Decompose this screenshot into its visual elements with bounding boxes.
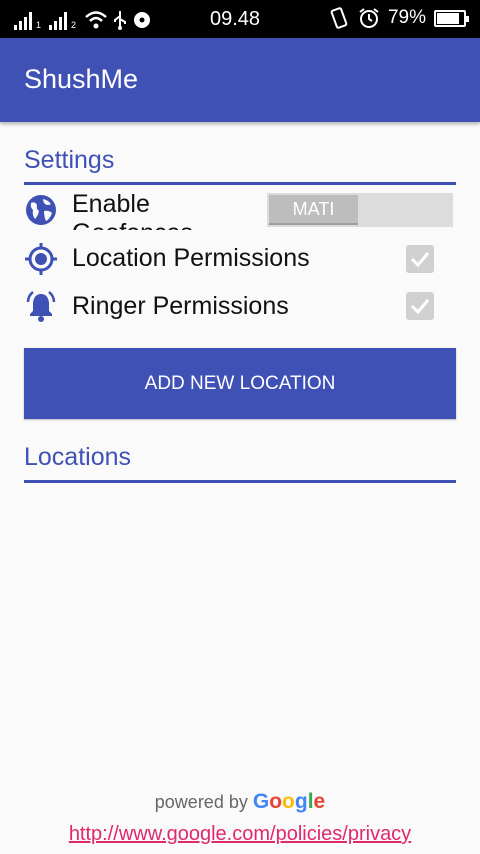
status-bar: 1 2 09.48 79% xyxy=(0,0,480,38)
powered-by-text: powered by xyxy=(154,792,248,812)
ringer-permissions-checkbox[interactable] xyxy=(406,292,434,320)
usb-icon xyxy=(114,11,127,30)
app-bar: ShushMe xyxy=(0,38,480,122)
location-permissions-checkbox[interactable] xyxy=(406,245,434,273)
alarm-icon xyxy=(359,8,379,28)
ringing-bell-icon xyxy=(26,291,56,322)
settings-divider xyxy=(24,182,456,185)
globe-icon xyxy=(26,195,56,225)
status-right-icons: 79% xyxy=(328,7,469,29)
locations-divider xyxy=(24,480,456,483)
status-time: 09.48 xyxy=(210,8,261,30)
settings-title: Settings xyxy=(24,146,115,174)
geofences-toggle[interactable]: MATI xyxy=(267,193,453,227)
google-letter: e xyxy=(313,790,326,813)
status-left-icons: 1 2 xyxy=(14,8,152,30)
gps-target-icon xyxy=(25,243,57,275)
signal-strength-icon-2 xyxy=(49,12,68,30)
battery-icon xyxy=(434,9,469,27)
location-permissions-label: Location Permissions xyxy=(72,244,310,272)
sim1-label: 1 xyxy=(36,20,42,30)
geofences-toggle-thumb: MATI xyxy=(269,195,358,225)
app-title: ShushMe xyxy=(24,64,139,94)
google-letter: o xyxy=(269,790,283,813)
google-letter: G xyxy=(252,790,270,813)
add-new-location-button[interactable]: ADD NEW LOCATION xyxy=(24,348,456,419)
sim2-label: 2 xyxy=(71,20,77,30)
battery-percent: 79% xyxy=(387,7,426,28)
ringer-permissions-label: Ringer Permissions xyxy=(72,292,289,320)
signal-strength-icon xyxy=(14,12,32,30)
google-letter: g xyxy=(294,790,308,813)
wifi-icon xyxy=(85,11,107,29)
google-logo: Google xyxy=(253,790,325,813)
vibrate-icon xyxy=(330,7,348,29)
privacy-policy-link[interactable]: http://www.google.com/policies/privacy xyxy=(0,823,480,846)
locations-title: Locations xyxy=(24,443,132,471)
geofences-label: Enable Geofences xyxy=(72,190,193,230)
disc-icon xyxy=(134,12,151,28)
powered-by-google: powered by Google xyxy=(0,790,480,814)
geofences-label-clip: Enable Geofences xyxy=(72,188,262,230)
google-letter: o xyxy=(282,790,295,813)
